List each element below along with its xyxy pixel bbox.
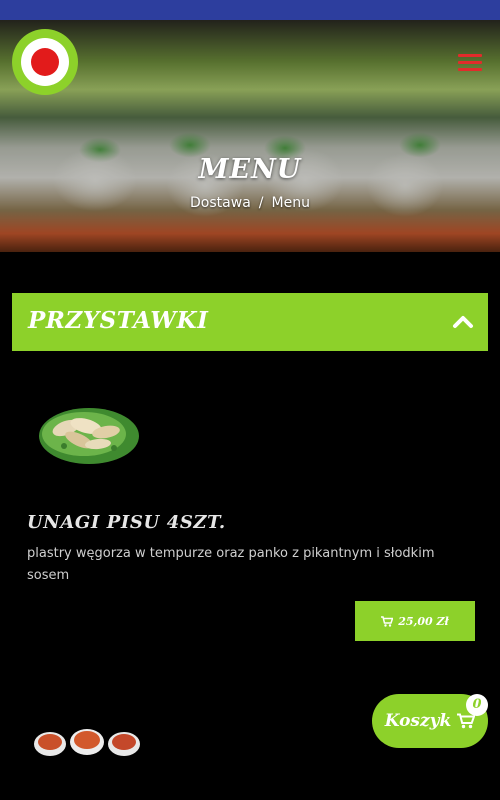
product-image bbox=[34, 729, 140, 756]
breadcrumb: Dostawa / Menu bbox=[0, 195, 500, 211]
product-image bbox=[39, 408, 139, 464]
cart-count-badge: 0 bbox=[466, 694, 488, 716]
chevron-up-icon bbox=[453, 316, 473, 328]
logo-icon[interactable] bbox=[12, 29, 78, 95]
category-header-przystawki[interactable]: PRZYSTAWKI bbox=[12, 293, 488, 351]
logo-ring bbox=[21, 38, 69, 86]
cart-label: Koszyk bbox=[384, 711, 452, 731]
cart-icon bbox=[381, 615, 394, 627]
hamburger-menu-icon[interactable] bbox=[458, 54, 482, 72]
product-name: UNAGI PISU 4SZT. bbox=[27, 512, 226, 533]
status-bar bbox=[0, 0, 500, 20]
logo-dot bbox=[31, 48, 59, 76]
menu-line bbox=[458, 68, 482, 71]
breadcrumb-current: Menu bbox=[271, 195, 310, 211]
add-to-cart-button[interactable]: 25,00 Zł bbox=[355, 601, 475, 641]
price-label: 25,00 Zł bbox=[398, 614, 449, 628]
menu-line bbox=[458, 61, 482, 64]
breadcrumb-home-link[interactable]: Dostawa bbox=[190, 195, 251, 211]
breadcrumb-separator: / bbox=[258, 195, 264, 211]
category-title: PRZYSTAWKI bbox=[28, 307, 209, 334]
menu-line bbox=[458, 54, 482, 57]
hero-banner: MENU Dostawa / Menu bbox=[0, 20, 500, 252]
page-title: MENU bbox=[198, 154, 302, 185]
product-description: plastry węgorza w tempurze oraz panko z … bbox=[27, 546, 435, 583]
